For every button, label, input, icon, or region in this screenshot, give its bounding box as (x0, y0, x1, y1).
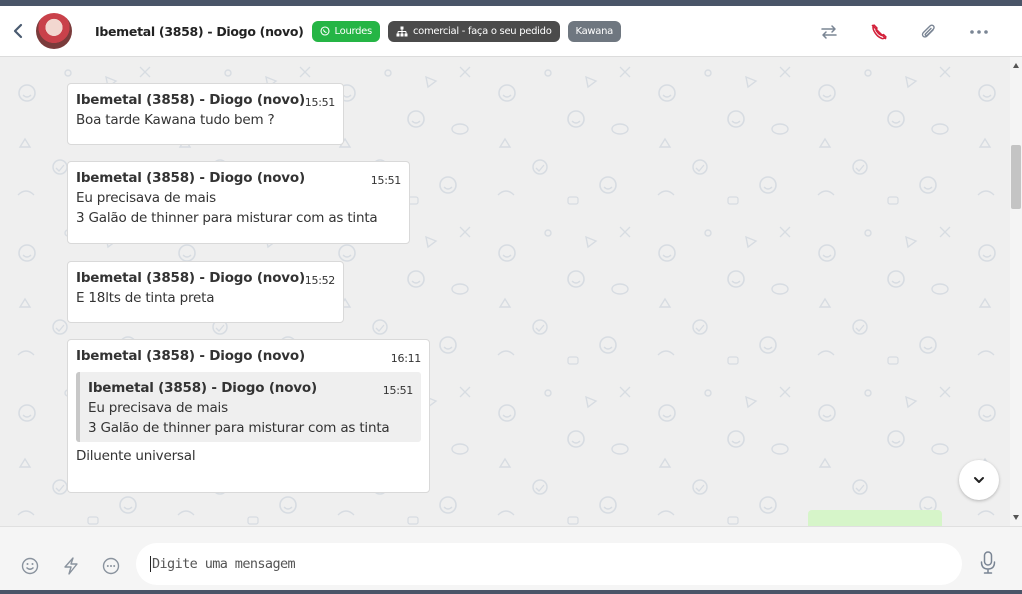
tag-department[interactable]: comercial - faça o seu pedido (387, 20, 560, 42)
avatar[interactable] (36, 13, 72, 49)
tag-label: Kawana (575, 25, 614, 37)
message-sender: Ibemetal (3858) - Diogo (novo) (76, 92, 305, 108)
message-text: Diluente universal (76, 448, 196, 464)
scrollbar-thumb[interactable] (1011, 145, 1021, 209)
tag-lourdes[interactable]: Lourdes (311, 20, 380, 42)
text-caret (150, 556, 151, 572)
more-icon (970, 29, 988, 34)
emoji-button[interactable] (21, 557, 39, 580)
scroll-down-arrow[interactable] (1013, 515, 1019, 520)
chevron-down-icon (974, 477, 984, 483)
more-button[interactable] (954, 6, 1004, 57)
message-input-placeholder: Digite uma mensagem (152, 556, 296, 572)
tag-label: comercial - faça o seu pedido (412, 25, 552, 37)
tag-kawana[interactable]: Kawana (567, 20, 621, 42)
back-button[interactable] (0, 6, 36, 57)
message-bubble[interactable]: Ibemetal (3858) - Diogo (novo) 15:52 E 1… (67, 261, 344, 323)
header-actions (804, 6, 1004, 57)
own-message-bubble-partial (808, 510, 942, 526)
message-time: 16:11 (390, 352, 422, 365)
quoted-sender: Ibemetal (3858) - Diogo (novo) (88, 380, 317, 396)
end-call-icon (871, 23, 887, 40)
chevron-left-icon (13, 23, 23, 39)
message-time: 15:51 (370, 174, 402, 187)
message-sender: Ibemetal (3858) - Diogo (novo) (76, 270, 305, 286)
transfer-icon (821, 24, 837, 39)
voice-record-button[interactable] (980, 551, 996, 580)
message-bubble[interactable]: Ibemetal (3858) - Diogo (novo) 16:11 Ibe… (67, 339, 430, 493)
attach-icon (921, 24, 935, 38)
quoted-text: 3 Galão de thinner para misturar com as … (88, 420, 390, 436)
message-time: 15:51 (304, 96, 336, 109)
message-sender: Ibemetal (3858) - Diogo (novo) (76, 348, 305, 364)
message-time: 15:52 (304, 274, 336, 287)
scroll-up-arrow[interactable] (1013, 63, 1019, 68)
message-text: Boa tarde Kawana tudo bem ? (76, 112, 275, 128)
contact-name[interactable]: Ibemetal (3858) - Diogo (novo) (95, 24, 304, 39)
message-sender: Ibemetal (3858) - Diogo (novo) (76, 170, 305, 186)
microphone-icon (980, 551, 996, 574)
quick-reply-button[interactable] (102, 557, 120, 580)
sitemap-icon (396, 26, 408, 36)
quoted-time: 15:51 (382, 384, 414, 397)
end-call-button[interactable] (854, 6, 904, 57)
lightning-icon (64, 557, 78, 575)
message-text: Eu precisava de mais (76, 190, 216, 206)
message-bubble[interactable]: Ibemetal (3858) - Diogo (novo) 15:51 Boa… (67, 83, 344, 145)
emoji-icon (21, 557, 39, 575)
chat-area[interactable]: Ibemetal (3858) - Diogo (novo) 15:51 Boa… (0, 57, 1010, 526)
quick-actions-button[interactable] (63, 557, 79, 580)
quick-reply-icon (102, 557, 120, 575)
quoted-text: Eu precisava de mais (88, 400, 228, 416)
message-text: 3 Galão de thinner para misturar com as … (76, 210, 378, 226)
message-composer: Digite uma mensagem (0, 526, 1022, 594)
whatsapp-icon (319, 26, 330, 36)
chat-scrollbar[interactable] (1010, 57, 1022, 526)
window-bottom-bar (0, 590, 1022, 594)
quoted-message[interactable]: Ibemetal (3858) - Diogo (novo) 15:51 Eu … (76, 372, 421, 442)
message-bubble[interactable]: Ibemetal (3858) - Diogo (novo) 15:51 Eu … (67, 161, 410, 244)
tag-label: Lourdes (334, 25, 373, 37)
scroll-to-bottom-button[interactable] (959, 460, 999, 500)
attach-button[interactable] (904, 6, 954, 57)
message-text: E 18lts de tinta preta (76, 290, 215, 306)
message-input[interactable]: Digite uma mensagem (136, 543, 962, 585)
chat-header: Ibemetal (3858) - Diogo (novo) Lourdes c… (0, 6, 1022, 57)
transfer-button[interactable] (804, 6, 854, 57)
